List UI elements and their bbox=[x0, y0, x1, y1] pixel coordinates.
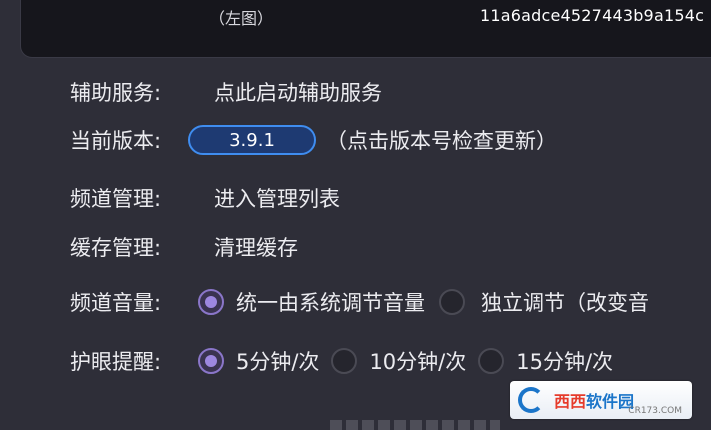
version-row: 当前版本: 3.9.1 （点击版本号检查更新） bbox=[70, 123, 557, 157]
eye-reminder-row: 护眼提醒: 5分钟/次 10分钟/次 15分钟/次 bbox=[70, 344, 625, 378]
channel-manage-row: 频道管理: 进入管理列表 bbox=[70, 181, 340, 215]
start-accessibility-link[interactable]: 点此启动辅助服务 bbox=[214, 77, 382, 107]
channel-manage-label: 频道管理: bbox=[70, 187, 162, 211]
channel-volume-row: 频道音量: 统一由系统调节音量 独立调节（改变音 bbox=[70, 285, 661, 319]
clipped-bottom-text bbox=[330, 420, 500, 430]
image-caption-left: （左图） bbox=[209, 9, 274, 28]
reminder-5min-option[interactable]: 5分钟/次 bbox=[236, 346, 319, 376]
watermark-logo-icon bbox=[516, 385, 550, 415]
site-watermark: 西西软件园 CR173.COM bbox=[510, 381, 692, 419]
eye-reminder-label: 护眼提醒: bbox=[70, 350, 162, 374]
version-check-button[interactable]: 3.9.1 bbox=[188, 125, 316, 155]
clear-cache-link[interactable]: 清理缓存 bbox=[214, 232, 298, 262]
watermark-site: CR173.COM bbox=[628, 406, 682, 416]
volume-independent-radio[interactable] bbox=[439, 289, 465, 315]
reminder-15min-option[interactable]: 15分钟/次 bbox=[516, 346, 613, 376]
cache-manage-row: 缓存管理: 清理缓存 bbox=[70, 230, 298, 264]
channel-volume-radio-group: 统一由系统调节音量 独立调节（改变音 bbox=[198, 287, 661, 317]
accessibility-row: 辅助服务: 点此启动辅助服务 bbox=[70, 75, 382, 109]
volume-independent-option[interactable]: 独立调节（改变音 bbox=[481, 287, 649, 317]
reminder-5min-radio[interactable] bbox=[198, 348, 224, 374]
accessibility-label: 辅助服务: bbox=[70, 81, 162, 105]
reminder-10min-option[interactable]: 10分钟/次 bbox=[369, 346, 466, 376]
device-id: 11a6adce4527443b9a154c bbox=[480, 6, 705, 25]
reminder-15min-radio[interactable] bbox=[478, 348, 505, 374]
watermark-brand: 西西软件园 bbox=[554, 392, 635, 411]
version-hint: （点击版本号检查更新） bbox=[326, 129, 557, 153]
reminder-10min-radio[interactable] bbox=[331, 348, 358, 374]
volume-system-option[interactable]: 统一由系统调节音量 bbox=[236, 287, 425, 317]
volume-system-radio[interactable] bbox=[198, 289, 224, 315]
cache-manage-label: 缓存管理: bbox=[70, 236, 162, 260]
channel-volume-label: 频道音量: bbox=[70, 291, 162, 315]
channel-manage-link[interactable]: 进入管理列表 bbox=[214, 183, 340, 213]
eye-reminder-radio-group: 5分钟/次 10分钟/次 15分钟/次 bbox=[198, 346, 625, 376]
